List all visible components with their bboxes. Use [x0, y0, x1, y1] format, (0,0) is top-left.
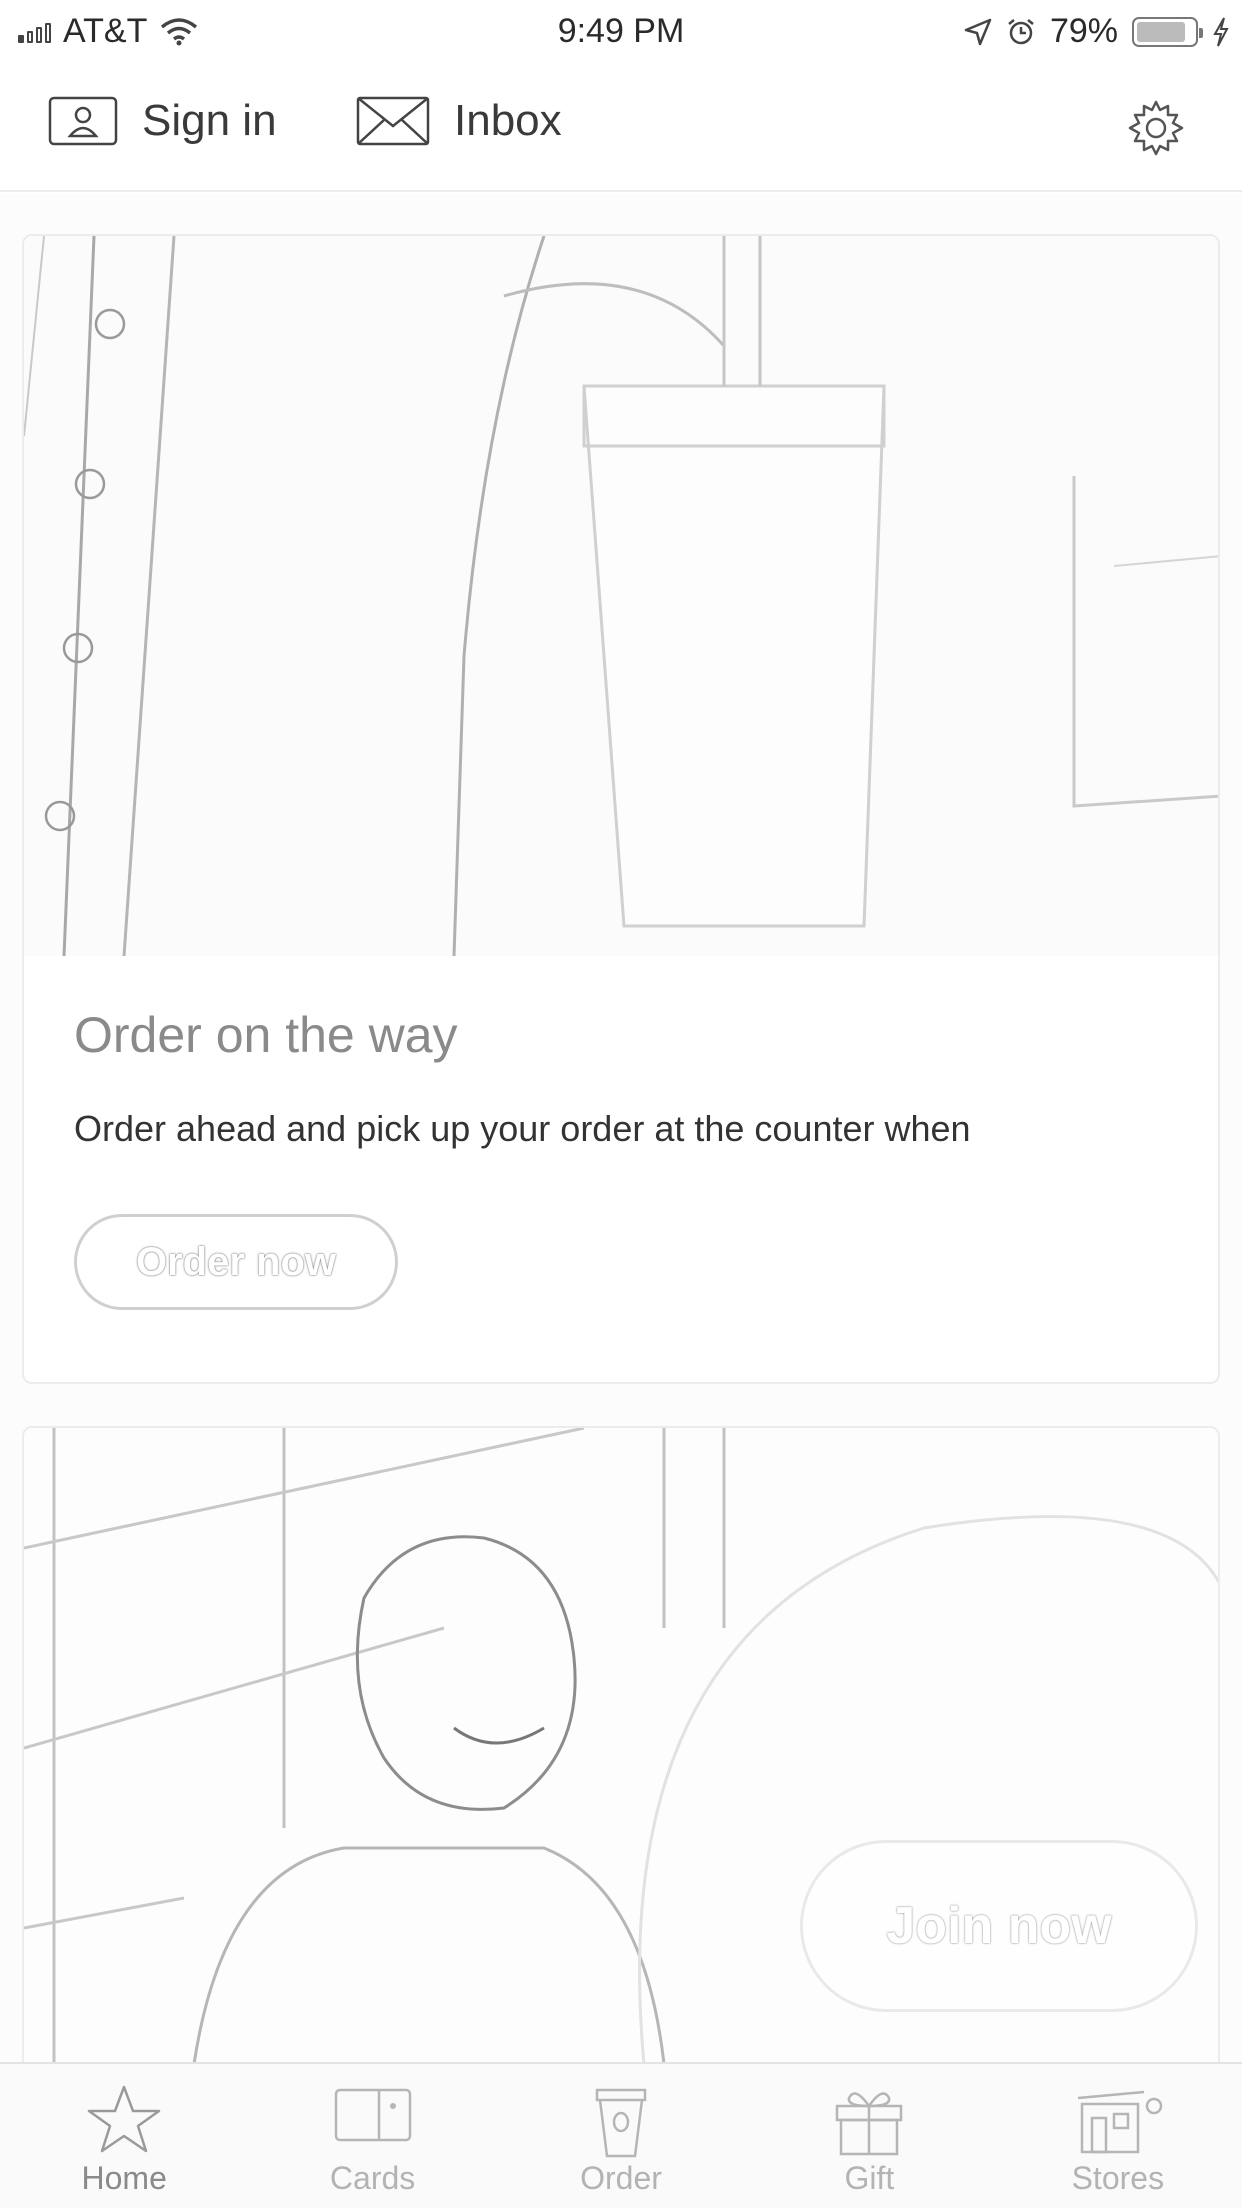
store-icon: [1077, 2090, 1163, 2154]
envelope-icon: [356, 96, 430, 146]
tab-bar: Home Cards Order Gift Stores: [0, 2062, 1242, 2208]
tab-stores[interactable]: Stores: [994, 2064, 1242, 2208]
inbox-label: Inbox: [454, 96, 562, 145]
card-icon: [334, 2088, 411, 2142]
tab-label: Home: [81, 2160, 167, 2196]
tab-label: Cards: [329, 2160, 416, 2196]
content-feed[interactable]: Order on the way Order ahead and pick up…: [0, 194, 1242, 2062]
inbox-button[interactable]: Inbox: [356, 96, 562, 146]
sign-in-button[interactable]: Sign in: [48, 96, 277, 146]
alarm-icon: [1008, 18, 1034, 44]
charging-bolt-icon: [1213, 17, 1229, 46]
order-hero-image: [24, 236, 1218, 957]
tab-label: Order: [580, 2160, 662, 2196]
cup-icon: [595, 2088, 647, 2158]
location-arrow-icon: [964, 18, 992, 45]
order-now-button[interactable]: Order now: [74, 1214, 398, 1310]
battery-icon: [1132, 16, 1203, 47]
profile-icon: [48, 96, 118, 146]
order-card: Order on the way Order ahead and pick up…: [22, 234, 1220, 1384]
card-title: Order on the way: [74, 1007, 458, 1063]
tab-cards[interactable]: Cards: [248, 2064, 496, 2208]
gift-icon: [836, 2092, 903, 2156]
card-description: Order ahead and pick up your order at th…: [74, 1108, 971, 1149]
status-right: 79%: [964, 12, 1230, 51]
gear-icon: [1128, 100, 1184, 156]
tab-gift[interactable]: Gift: [745, 2064, 993, 2208]
tab-home[interactable]: Home: [0, 2064, 248, 2208]
tab-label: Stores: [1071, 2160, 1165, 2196]
rewards-card: Join now: [22, 1426, 1220, 2062]
join-now-button[interactable]: Join now: [800, 1840, 1198, 2012]
top-nav: Sign in Inbox: [0, 64, 1242, 192]
settings-button[interactable]: [1126, 98, 1186, 158]
tab-label: Gift: [844, 2160, 895, 2196]
battery-percent: 79%: [1049, 12, 1118, 50]
tab-order[interactable]: Order: [497, 2064, 745, 2208]
sign-in-label: Sign in: [142, 96, 277, 145]
status-bar: AT&T 9:49 PM 79%: [0, 0, 1242, 64]
star-icon: [87, 2085, 161, 2153]
